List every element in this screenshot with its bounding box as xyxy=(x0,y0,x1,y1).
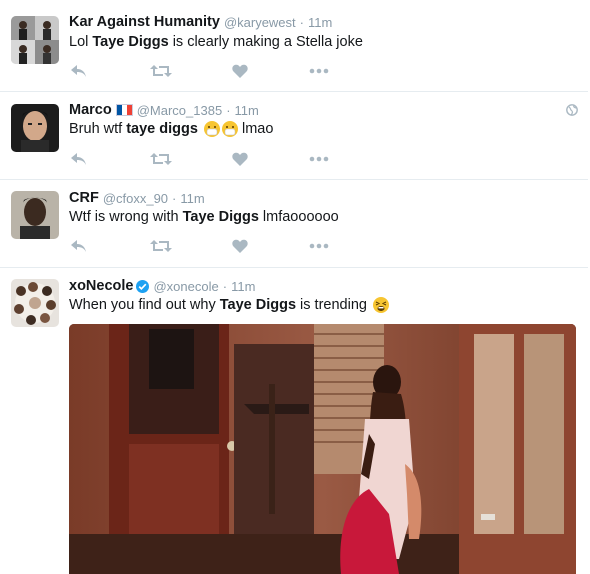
tweet-actions xyxy=(69,61,339,81)
retweet-icon xyxy=(150,153,172,165)
tweet-header: CRF @cfoxx_90 · 11m xyxy=(69,190,205,206)
tweet-text-part: is clearly making a Stella joke xyxy=(168,34,363,50)
avatar[interactable] xyxy=(11,191,59,239)
tweet-text-highlight: Taye Diggs xyxy=(92,34,169,50)
tweet[interactable]: Marco @Marco_1385 · 11m Bruh wtf taye di… xyxy=(0,92,588,180)
medical-mask-emoji-icon xyxy=(203,121,220,137)
reply-icon xyxy=(71,153,86,165)
user-handle[interactable]: @xonecole xyxy=(153,279,218,294)
heart-icon xyxy=(232,239,248,253)
reply-icon xyxy=(71,240,86,252)
tweet-actions xyxy=(69,149,339,169)
display-name[interactable]: Marco xyxy=(69,102,112,118)
heart-icon xyxy=(232,152,248,166)
tweet[interactable]: Kar Against Humanity @karyewest · 11m Lo… xyxy=(0,0,588,92)
france-flag-icon xyxy=(115,104,133,116)
separator: · xyxy=(226,102,231,118)
tweet-actions xyxy=(69,236,339,256)
avatar[interactable] xyxy=(11,16,59,64)
tweet-text-part: lmao xyxy=(237,121,274,137)
tweet-header: Kar Against Humanity @karyewest · 11m xyxy=(69,14,332,30)
reply-button[interactable] xyxy=(66,149,92,169)
tweet-text-highlight: Taye Diggs xyxy=(219,297,297,313)
tweet-timeline: Kar Against Humanity @karyewest · 11m Lo… xyxy=(0,0,590,574)
tweet-header: Marco @Marco_1385 · 11m xyxy=(69,102,259,118)
timestamp[interactable]: 11m xyxy=(231,279,255,294)
tweet-text-part: Wtf is wrong with xyxy=(69,209,183,225)
user-handle[interactable]: @Marco_1385 xyxy=(137,103,222,118)
tweet-text: When you find out why Taye Diggs is tren… xyxy=(69,297,389,313)
retweet-button[interactable] xyxy=(148,149,174,169)
timestamp[interactable]: 11m xyxy=(180,191,204,206)
heart-icon xyxy=(232,64,248,78)
reply-icon xyxy=(71,65,86,77)
more-button[interactable] xyxy=(306,236,332,256)
tweet-text: Wtf is wrong with Taye Diggs lmfaoooooo xyxy=(69,209,339,225)
tweet-text: Lol Taye Diggs is clearly making a Stell… xyxy=(69,34,363,50)
medical-mask-emoji-icon xyxy=(221,121,238,137)
tweet-text-part: lmfaoooooo xyxy=(258,209,339,225)
retweet-button[interactable] xyxy=(148,61,174,81)
separator: · xyxy=(172,190,177,206)
retweet-button[interactable] xyxy=(148,236,174,256)
tweet-text-part: is trending xyxy=(296,297,367,313)
avatar[interactable] xyxy=(11,104,59,152)
avatar[interactable] xyxy=(11,279,59,327)
like-button[interactable] xyxy=(227,61,253,81)
tired-face-emoji-icon xyxy=(372,297,389,313)
tweet-text: Bruh wtf taye diggs lmao xyxy=(69,121,273,137)
separator: · xyxy=(299,14,304,30)
retweet-icon xyxy=(150,240,172,252)
tweet-media-gif[interactable] xyxy=(69,324,576,574)
timestamp[interactable]: 11m xyxy=(308,15,332,30)
globe-icon xyxy=(566,104,578,116)
more-icon xyxy=(309,243,329,249)
more-button[interactable] xyxy=(306,61,332,81)
separator: · xyxy=(222,278,228,294)
tweet-text-highlight: Taye Diggs xyxy=(182,209,259,225)
tweet-header: xoNecole @xonecole · 11m xyxy=(69,278,255,294)
tweet[interactable]: CRF @cfoxx_90 · 11m Wtf is wrong with Ta… xyxy=(0,180,588,268)
like-button[interactable] xyxy=(227,236,253,256)
tweet-text-part: Lol xyxy=(69,34,93,50)
user-handle[interactable]: @karyewest xyxy=(224,15,296,30)
verified-badge-icon xyxy=(136,279,150,293)
like-button[interactable] xyxy=(227,149,253,169)
user-handle[interactable]: @cfoxx_90 xyxy=(103,191,168,206)
more-icon xyxy=(309,68,329,74)
display-name[interactable]: Kar Against Humanity xyxy=(69,14,220,30)
tweet-text-part: Bruh wtf xyxy=(69,121,127,137)
timestamp[interactable]: 11m xyxy=(235,103,259,118)
tweet-text-part: When you find out why xyxy=(69,297,220,313)
more-icon xyxy=(309,156,329,162)
display-name[interactable]: xoNecole xyxy=(69,278,133,294)
reply-button[interactable] xyxy=(66,236,92,256)
tweet-text-highlight: taye diggs xyxy=(126,121,198,137)
retweet-icon xyxy=(150,65,172,77)
display-name[interactable]: CRF xyxy=(69,190,99,206)
reply-button[interactable] xyxy=(66,61,92,81)
more-button[interactable] xyxy=(306,149,332,169)
